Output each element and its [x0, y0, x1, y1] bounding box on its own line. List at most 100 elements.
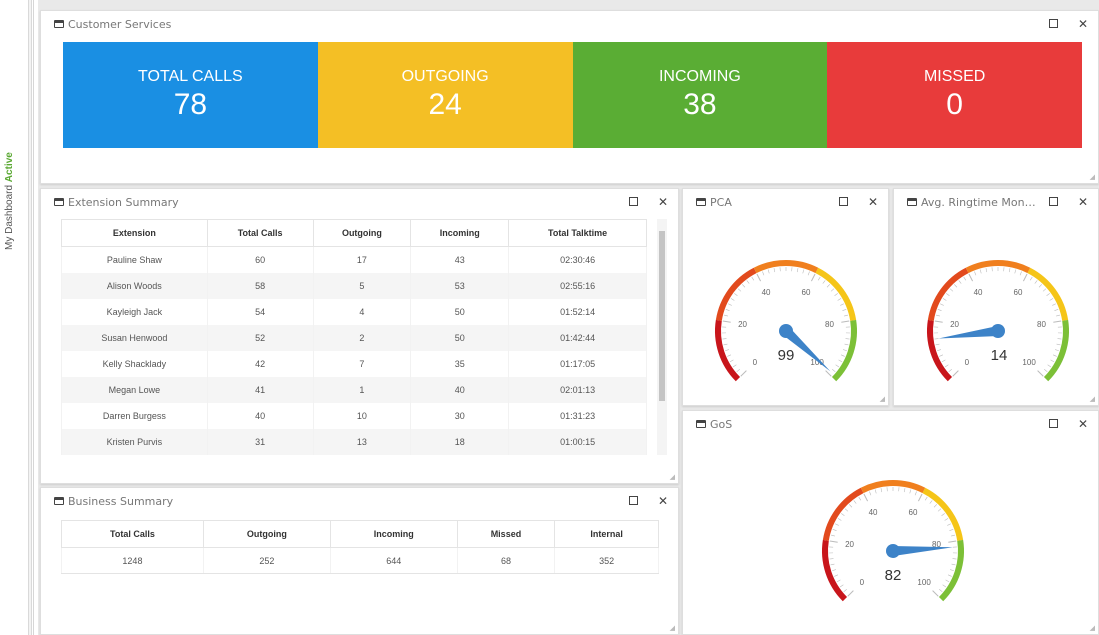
gauge-tick — [1034, 280, 1038, 284]
gauge-tick — [1019, 271, 1022, 276]
gauge-tick — [932, 590, 939, 597]
maximize-icon[interactable] — [618, 494, 648, 508]
resize-handle[interactable]: ◢ — [670, 473, 675, 481]
table-row[interactable]: Kayleigh Jack 54 4 50 01:52:14 — [61, 298, 647, 325]
close-icon[interactable]: ✕ — [1068, 417, 1098, 431]
kpi-tile-incoming[interactable]: INCOMING 38 — [572, 42, 828, 148]
table-cell: 5 — [312, 272, 412, 299]
gauge-tick — [1044, 369, 1048, 373]
maximize-icon[interactable] — [618, 195, 648, 209]
gauge-tick — [917, 493, 923, 502]
close-icon[interactable]: ✕ — [1068, 17, 1098, 31]
table-cell: 01:00:15 — [508, 428, 647, 455]
scrollbar-thumb[interactable] — [659, 231, 665, 401]
ringtime-gauge-value: 14 — [990, 347, 1008, 364]
table-row[interactable]: Alison Woods 58 5 53 02:55:16 — [61, 272, 647, 299]
table-cell: 60 — [206, 246, 314, 273]
pca-gauge: 02040 6080100 — [715, 260, 857, 382]
table-row[interactable]: Megan Lowe 41 1 40 02:01:13 — [61, 376, 647, 403]
gauge-tick — [985, 268, 988, 273]
gauge-tick — [834, 574, 839, 577]
gauge-tick — [944, 518, 949, 521]
gauge-tick — [1050, 359, 1055, 363]
close-icon[interactable]: ✕ — [648, 494, 678, 508]
table-row[interactable]: Susan Henwood 52 2 50 01:42:44 — [61, 324, 647, 351]
table-cell: 13 — [312, 428, 412, 455]
column-header[interactable]: Internal — [554, 520, 659, 548]
maximize-icon[interactable] — [1038, 17, 1068, 31]
maximize-icon[interactable] — [828, 195, 858, 209]
table-row[interactable]: Kristen Purvis 31 13 18 01:00:15 — [61, 428, 647, 455]
kpi-label: OUTGOING — [401, 68, 489, 85]
gauge-tick-label: 40 — [974, 288, 983, 297]
column-header[interactable]: Missed — [456, 520, 556, 548]
kpi-tile-missed[interactable]: MISSED 0 — [827, 42, 1082, 148]
gauge-tick — [903, 488, 906, 493]
column-header[interactable]: Total Calls — [206, 219, 314, 247]
gauge-hub — [991, 324, 1005, 338]
gauge-tick-label: 20 — [950, 320, 959, 329]
table-row[interactable]: Darren Burgess 40 10 30 01:31:23 — [61, 402, 647, 429]
table-row[interactable]: Pauline Shaw 60 17 43 02:30:46 — [61, 246, 647, 273]
column-header[interactable]: Total Calls — [61, 520, 204, 548]
kpi-tile-outgoing[interactable]: OUTGOING 24 — [317, 42, 573, 148]
kpi-label: TOTAL CALLS — [138, 68, 243, 85]
resize-handle[interactable]: ◢ — [1090, 395, 1095, 403]
kpi-value: 0 — [946, 88, 963, 121]
gauge-tick — [1053, 320, 1062, 323]
resize-handle[interactable]: ◢ — [1090, 173, 1095, 181]
sidebar-label[interactable]: My Dashboard Active — [4, 152, 15, 250]
window-icon — [54, 20, 64, 28]
column-header[interactable]: Incoming — [329, 520, 458, 548]
extension-table-container[interactable]: Extension Total Calls Outgoing Incoming Tota… — [61, 219, 689, 455]
table-cell: 02:30:46 — [508, 246, 647, 273]
gauge-tick — [842, 309, 847, 311]
gauge-tick — [1054, 349, 1059, 352]
gauge-tick — [1052, 303, 1057, 306]
kpi-tile-total-calls[interactable]: TOTAL CALLS 78 — [63, 42, 318, 148]
kpi-value: 24 — [428, 88, 462, 121]
gauge-tick — [848, 504, 853, 508]
vertical-scrollbar[interactable] — [657, 219, 667, 455]
resize-handle[interactable]: ◢ — [670, 624, 675, 632]
close-icon[interactable]: ✕ — [858, 195, 888, 209]
gauge-tick — [832, 529, 837, 531]
table-cell: Kelly Shacklady — [61, 350, 208, 377]
column-header[interactable]: Total Talktime — [508, 219, 647, 247]
column-header[interactable]: Outgoing — [312, 219, 412, 247]
column-header[interactable]: Extension — [61, 219, 208, 247]
maximize-icon[interactable] — [1038, 417, 1068, 431]
close-icon[interactable]: ✕ — [648, 195, 678, 209]
table-cell: 01:31:23 — [508, 402, 647, 429]
column-header[interactable]: Outgoing — [202, 520, 331, 548]
resize-handle[interactable]: ◢ — [880, 395, 885, 403]
column-header[interactable]: Incoming — [410, 219, 510, 247]
gauge-tick — [802, 269, 805, 274]
table-cell: 35 — [410, 350, 510, 377]
gauge-tick — [946, 293, 950, 296]
gauge-tick — [1056, 343, 1061, 346]
gauge-tick — [730, 298, 735, 301]
panel-header: Extension Summary ✕ — [41, 189, 678, 215]
table-cell: 17 — [312, 246, 412, 273]
gauge-tick — [941, 513, 945, 516]
gauge-tick — [838, 359, 843, 363]
gauge-tick — [1049, 298, 1054, 301]
panel-title: Customer Services — [68, 17, 172, 31]
gauge-tick — [929, 500, 933, 504]
close-icon[interactable]: ✕ — [1068, 195, 1098, 209]
gauge-tick — [937, 349, 942, 352]
gauge-tick — [1052, 354, 1057, 357]
gauge-tick — [951, 563, 956, 566]
table-row[interactable]: Kelly Shacklady 42 7 35 01:17:05 — [61, 350, 647, 377]
resize-handle[interactable]: ◢ — [1090, 624, 1095, 632]
gauge-tick — [949, 288, 954, 292]
gauge-tick — [948, 540, 957, 543]
table-cell: 53 — [410, 272, 510, 299]
gauge-tick — [810, 273, 816, 282]
table-cell: 50 — [410, 298, 510, 325]
maximize-icon[interactable] — [1038, 195, 1068, 209]
table-cell: 54 — [206, 298, 314, 325]
gauge-tick — [863, 493, 869, 502]
table-cell: 10 — [312, 402, 412, 429]
